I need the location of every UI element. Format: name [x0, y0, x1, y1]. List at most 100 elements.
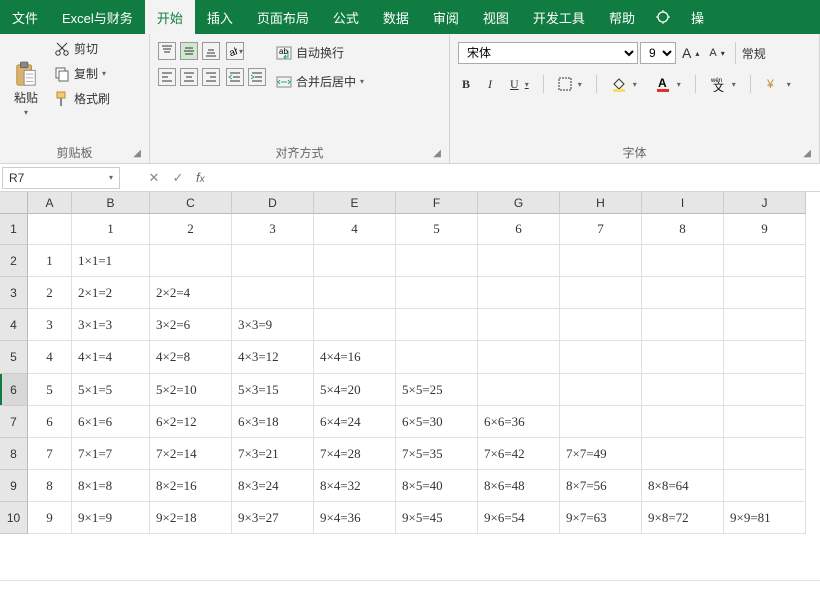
num-format-label[interactable]: 常规 [742, 45, 766, 62]
column-header[interactable]: F [396, 192, 478, 214]
cell[interactable]: 8×8=64 [642, 470, 724, 502]
tab-review[interactable]: 审阅 [421, 0, 471, 34]
cell[interactable]: 5×1=5 [72, 374, 150, 406]
cell[interactable]: 8 [642, 214, 724, 245]
cell[interactable] [560, 309, 642, 341]
cell[interactable]: 6×6=36 [478, 406, 560, 438]
fx-icon[interactable]: fx [196, 170, 205, 185]
phonetic-button[interactable]: wén文 [706, 74, 740, 94]
cell[interactable]: 3×2=6 [150, 309, 232, 341]
cell[interactable] [724, 406, 806, 438]
border-button[interactable] [554, 75, 586, 93]
cell[interactable]: 5×4=20 [314, 374, 396, 406]
cell[interactable]: 7×4=28 [314, 438, 396, 470]
tab-view[interactable]: 视图 [471, 0, 521, 34]
copy-button[interactable]: 复制 ▾ [50, 63, 114, 84]
cell[interactable] [642, 277, 724, 309]
tab-home[interactable]: 开始 [145, 0, 195, 34]
cell[interactable]: 8×3=24 [232, 470, 314, 502]
cell[interactable]: 9 [28, 502, 72, 534]
cell[interactable] [642, 309, 724, 341]
cell[interactable] [314, 309, 396, 341]
cell[interactable]: 9×7=63 [560, 502, 642, 534]
format-painter-button[interactable]: 格式刷 [50, 88, 114, 109]
bold-button[interactable]: B [458, 75, 474, 94]
cell[interactable] [642, 406, 724, 438]
increase-indent-button[interactable] [248, 68, 266, 86]
enter-formula-button[interactable]: ✓ [166, 167, 190, 189]
tab-excel-finance[interactable]: Excel与财务 [50, 0, 145, 34]
cell[interactable]: 8×5=40 [396, 470, 478, 502]
cell[interactable]: 3×3=9 [232, 309, 314, 341]
tab-op[interactable]: 操 [679, 0, 716, 34]
cell[interactable] [396, 341, 478, 374]
cell[interactable]: 9×2=18 [150, 502, 232, 534]
cell[interactable]: 2 [150, 214, 232, 245]
fill-color-button[interactable] [607, 74, 641, 94]
cell[interactable]: 3×1=3 [72, 309, 150, 341]
row-header[interactable]: 4 [0, 309, 28, 341]
cell[interactable]: 6×1=6 [72, 406, 150, 438]
cut-button[interactable]: 剪切 [50, 38, 114, 59]
cell[interactable]: 8×2=16 [150, 470, 232, 502]
cell[interactable] [396, 245, 478, 277]
row-header[interactable]: 3 [0, 277, 28, 309]
cell[interactable]: 9×6=54 [478, 502, 560, 534]
row-header[interactable]: 2 [0, 245, 28, 277]
dialog-launcher-icon[interactable]: ◢ [803, 148, 811, 159]
cell[interactable] [560, 245, 642, 277]
column-header[interactable]: E [314, 192, 396, 214]
cell[interactable]: 4×1=4 [72, 341, 150, 374]
cell[interactable]: 8×1=8 [72, 470, 150, 502]
cell[interactable]: 5 [28, 374, 72, 406]
cells-area[interactable]: 1234567891234567891×1=12×1=22×2=43×1=33×… [28, 214, 820, 580]
cell[interactable] [478, 277, 560, 309]
cell[interactable] [724, 309, 806, 341]
cell[interactable] [396, 277, 478, 309]
cell[interactable] [478, 245, 560, 277]
cell[interactable]: 6×4=24 [314, 406, 396, 438]
cell[interactable]: 5×2=10 [150, 374, 232, 406]
italic-button[interactable]: I [484, 75, 496, 94]
dialog-launcher-icon[interactable]: ◢ [133, 148, 141, 159]
cell[interactable]: 2×2=4 [150, 277, 232, 309]
cell[interactable]: 7 [560, 214, 642, 245]
tab-formulas[interactable]: 公式 [321, 0, 371, 34]
column-header[interactable]: A [28, 192, 72, 214]
cell[interactable] [724, 470, 806, 502]
column-header[interactable]: J [724, 192, 806, 214]
align-left-button[interactable] [158, 68, 176, 86]
cell[interactable]: 1 [28, 245, 72, 277]
cell[interactable]: 5 [396, 214, 478, 245]
select-all-corner[interactable] [0, 192, 28, 214]
cell[interactable] [28, 214, 72, 245]
align-top-button[interactable] [158, 42, 176, 60]
cell[interactable] [724, 341, 806, 374]
cell[interactable]: 9×3=27 [232, 502, 314, 534]
cell[interactable]: 6×5=30 [396, 406, 478, 438]
row-header[interactable]: 5 [0, 341, 28, 374]
name-box[interactable]: R7 ▾ [2, 167, 120, 189]
cell[interactable] [478, 309, 560, 341]
cell[interactable] [150, 245, 232, 277]
tab-developer[interactable]: 开发工具 [521, 0, 597, 34]
formula-input[interactable] [211, 167, 820, 189]
cell[interactable] [724, 374, 806, 406]
cell[interactable] [560, 341, 642, 374]
cell[interactable] [642, 438, 724, 470]
cell[interactable]: 1×1=1 [72, 245, 150, 277]
font-name-select[interactable]: 宋体 [458, 42, 638, 64]
cell[interactable]: 2 [28, 277, 72, 309]
row-header[interactable]: 9 [0, 470, 28, 502]
cell[interactable]: 6 [478, 214, 560, 245]
dialog-launcher-icon[interactable]: ◢ [433, 148, 441, 159]
cell[interactable]: 9 [724, 214, 806, 245]
cell[interactable] [724, 438, 806, 470]
cell[interactable]: 8 [28, 470, 72, 502]
cell[interactable] [724, 245, 806, 277]
align-bottom-button[interactable] [202, 42, 220, 60]
cell[interactable]: 6×3=18 [232, 406, 314, 438]
cell[interactable]: 2×1=2 [72, 277, 150, 309]
decrease-indent-button[interactable] [226, 68, 244, 86]
cell[interactable]: 6×2=12 [150, 406, 232, 438]
